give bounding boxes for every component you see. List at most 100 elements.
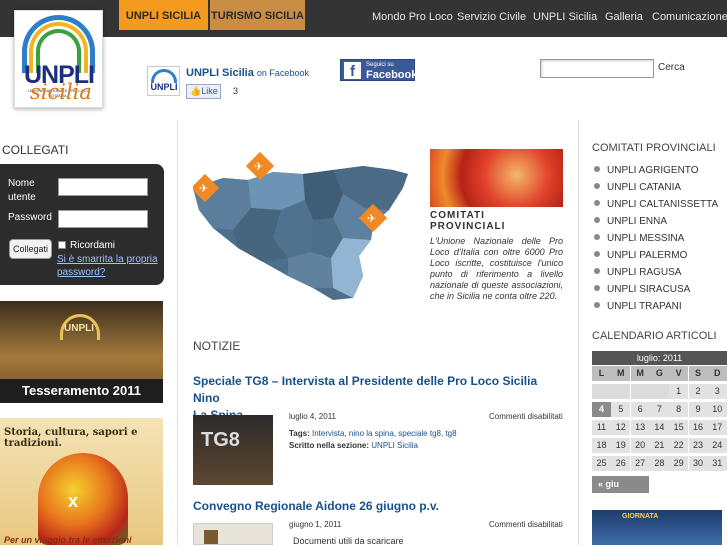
lost-password-line-1[interactable]: Si è smarrita la propria [57, 254, 158, 265]
section-label: Scritto nella sezione: [289, 441, 370, 450]
facebook-like-button[interactable]: 👍Like [186, 84, 221, 99]
province-label[interactable]: UNPLI CALTANISSETTA [607, 199, 718, 210]
province-label[interactable]: UNPLI PALERMO [607, 250, 687, 261]
calendar-day[interactable]: 30 [688, 456, 708, 471]
facebook-page-name[interactable]: UNPLI Sicilia on Facebook [186, 67, 309, 79]
calendar-day[interactable]: 16 [688, 420, 708, 435]
username-field[interactable] [58, 178, 148, 196]
nav-mondo-pro-loco[interactable]: Mondo Pro Loco [372, 11, 453, 23]
tab-unpli-sicilia[interactable]: UNPLI SICILIA [119, 0, 208, 30]
tg8-thumbnail[interactable]: TG8 [193, 415, 273, 485]
tag-link[interactable]: nino la spina [349, 429, 394, 438]
nav-unpli-sicilia[interactable]: UNPLI Sicilia [533, 11, 597, 23]
province-link-catania[interactable]: UNPLI CATANIA [594, 182, 681, 193]
news-thumbnail-2[interactable] [193, 523, 273, 545]
calendar-day[interactable]: 25 [592, 456, 611, 471]
tesseramento-banner[interactable]: UNPLI Tesseramento 2011 [0, 301, 163, 403]
province-label[interactable]: UNPLI RAGUSA [607, 267, 681, 278]
comitati-provinciali-heading[interactable]: COMITATI PROVINCIALI [430, 210, 563, 232]
map-province-ragusa[interactable] [288, 252, 333, 288]
calendar-day[interactable]: 19 [611, 438, 631, 453]
login-button[interactable]: Collegati [9, 239, 52, 259]
calendar-day[interactable]: 9 [688, 402, 708, 417]
calendar-day[interactable]: 12 [611, 420, 631, 435]
calendar-day[interactable]: 2 [688, 384, 708, 399]
province-link-messina[interactable]: UNPLI MESSINA [594, 233, 684, 244]
calendar-day[interactable]: 1 [669, 384, 689, 399]
calendar-day[interactable]: 15 [669, 420, 689, 435]
province-link-caltanissetta[interactable]: UNPLI CALTANISSETTA [594, 199, 718, 210]
calendar-day[interactable]: 11 [592, 420, 611, 435]
banner2-bottom-text: Per un viaggio tra le emozioni [4, 535, 132, 545]
province-link-trapani[interactable]: UNPLI TRAPANI [594, 301, 682, 312]
calendar-day[interactable]: 23 [688, 438, 708, 453]
facebook-follow-button[interactable]: f Seguici su Facebook [340, 59, 418, 81]
calendar-empty-cell [630, 384, 650, 399]
comitati-heading-line-2[interactable]: PROVINCIALI [430, 221, 505, 232]
calendar-day[interactable]: 10 [707, 402, 727, 417]
calendar-day[interactable]: 13 [630, 420, 650, 435]
province-link-enna[interactable]: UNPLI ENNA [594, 216, 667, 227]
province-label[interactable]: UNPLI AGRIGENTO [607, 165, 699, 176]
calendar-prev-month[interactable]: « giu [592, 476, 649, 493]
calendar-day[interactable]: 18 [592, 438, 611, 453]
facebook-page-title[interactable]: UNPLI Sicilia [186, 67, 254, 79]
lost-password-line-2[interactable]: password? [57, 267, 105, 278]
nav-comunicazione[interactable]: Comunicazione [652, 11, 727, 23]
magazine-text: GIORNATA [622, 513, 659, 520]
tag-link[interactable]: Intervista [312, 429, 344, 438]
bullet-icon [594, 268, 600, 274]
calendar-day[interactable]: 24 [707, 438, 727, 453]
province-label[interactable]: UNPLI CATANIA [607, 182, 681, 193]
remember-checkbox[interactable] [58, 241, 66, 249]
facebook-page-avatar[interactable]: UNPLI [147, 66, 180, 96]
password-field[interactable] [58, 210, 148, 228]
calendar-day[interactable]: 4 [592, 402, 611, 417]
search-input[interactable] [540, 59, 654, 78]
calendar-day[interactable]: 5 [611, 402, 631, 417]
calendar-day[interactable]: 29 [669, 456, 689, 471]
news-title-1-line-1[interactable]: Speciale TG8 – Intervista al Presidente … [193, 374, 537, 405]
tag-link[interactable]: tg8 [445, 429, 456, 438]
section-link[interactable]: UNPLI Sicilia [371, 441, 418, 450]
follow-big-text: Facebook [366, 69, 418, 81]
nav-galleria[interactable]: Galleria [605, 11, 643, 23]
calendar-day[interactable]: 26 [611, 456, 631, 471]
province-link-palermo[interactable]: UNPLI PALERMO [594, 250, 687, 261]
province-link-agrigento[interactable]: UNPLI AGRIGENTO [594, 165, 699, 176]
lost-password-link[interactable]: Si è smarrita la propria password? [57, 253, 158, 279]
nav-servizio-civile[interactable]: Servizio Civile [457, 11, 526, 23]
calendar-day[interactable]: 14 [649, 420, 669, 435]
province-label[interactable]: UNPLI ENNA [607, 216, 667, 227]
tradizioni-banner[interactable]: Storia, cultura, sapori e tradizioni. x … [0, 418, 163, 545]
calendar-day[interactable]: 3 [707, 384, 727, 399]
province-label[interactable]: UNPLI SIRACUSA [607, 284, 690, 295]
news-date-1: luglio 4, 2011 [289, 412, 336, 421]
calendar-weekday: G [649, 366, 669, 381]
province-label[interactable]: UNPLI MESSINA [607, 233, 684, 244]
comitati-heading-line-1[interactable]: COMITATI [430, 210, 485, 221]
calendar-day[interactable]: 22 [669, 438, 689, 453]
calendar-day[interactable]: 31 [707, 456, 727, 471]
calendar-day[interactable]: 21 [649, 438, 669, 453]
calendar-day[interactable]: 20 [630, 438, 650, 453]
sicily-map[interactable]: ✈ ✈ ✈ [193, 148, 415, 308]
tab-turismo-sicilia[interactable]: TURISMO SICILIA [210, 0, 305, 30]
like-label: Like [201, 86, 218, 96]
calendar-day[interactable]: 7 [649, 402, 669, 417]
bullet-icon [594, 166, 600, 172]
calendar-day[interactable]: 17 [707, 420, 727, 435]
calendar-day[interactable]: 6 [630, 402, 650, 417]
calendar-day[interactable]: 8 [669, 402, 689, 417]
painted-hand-image: x [38, 453, 128, 545]
tag-link[interactable]: speciale tg8 [398, 429, 441, 438]
province-link-ragusa[interactable]: UNPLI RAGUSA [594, 267, 681, 278]
magazine-cover-image[interactable]: GIORNATA [592, 510, 722, 545]
province-label[interactable]: UNPLI TRAPANI [607, 301, 682, 312]
calendar-day[interactable]: 27 [630, 456, 650, 471]
calendar-day[interactable]: 28 [649, 456, 669, 471]
province-link-siracusa[interactable]: UNPLI SIRACUSA [594, 284, 690, 295]
search-button[interactable]: Cerca [658, 62, 685, 73]
news-title-2[interactable]: Convegno Regionale Aidone 26 giugno p.v. [193, 498, 565, 515]
blood-orange-image[interactable] [430, 149, 563, 207]
